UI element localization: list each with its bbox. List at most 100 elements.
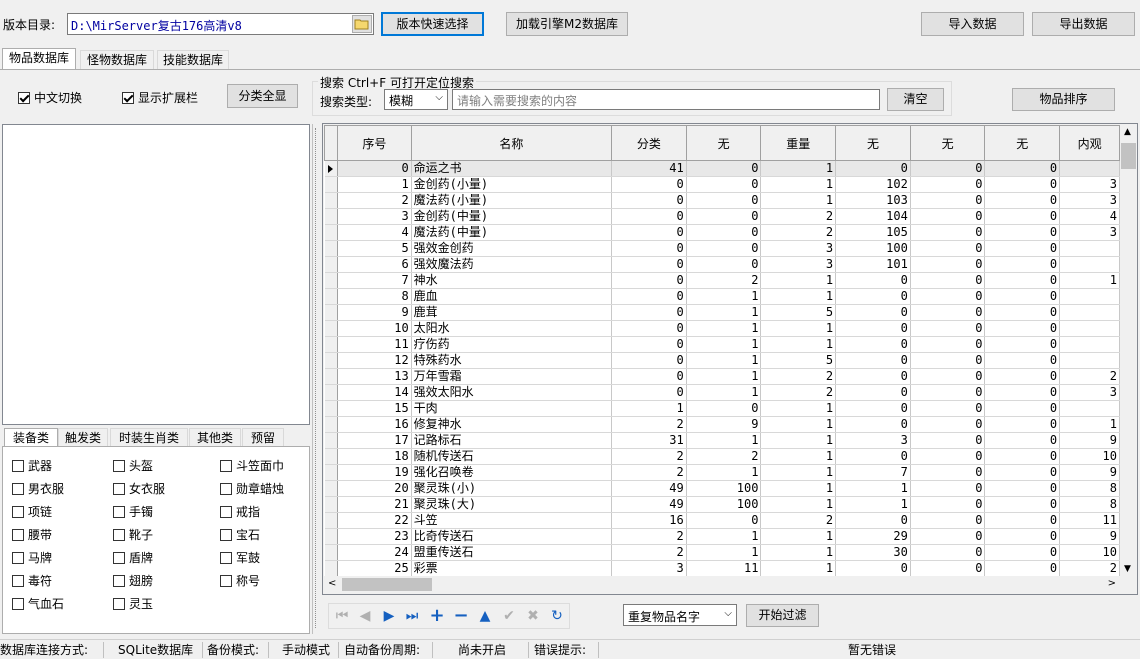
category-checkbox[interactable]: 气血石 <box>12 595 64 612</box>
table-cell[interactable]: 1 <box>835 496 911 513</box>
row-indicator[interactable] <box>324 560 338 576</box>
table-cell[interactable]: 1 <box>760 560 837 576</box>
table-cell[interactable]: 聚灵珠(小) <box>411 480 613 497</box>
table-cell[interactable]: 斗笠 <box>411 512 613 529</box>
table-cell[interactable]: 14 <box>337 384 412 401</box>
vertical-scrollbar[interactable]: ▲ ▼ <box>1120 125 1137 576</box>
table-cell[interactable]: 2 <box>760 224 837 241</box>
row-indicator[interactable] <box>324 416 338 433</box>
table-cell[interactable]: 3 <box>611 560 687 576</box>
table-cell[interactable]: 0 <box>984 512 1061 529</box>
table-cell[interactable]: 0 <box>984 256 1061 273</box>
scroll-down-icon[interactable]: ▼ <box>1124 564 1131 574</box>
category-checkbox[interactable]: 称号 <box>220 572 260 589</box>
table-cell[interactable]: 0 <box>984 288 1061 305</box>
table-cell[interactable]: 17 <box>337 432 412 449</box>
row-indicator[interactable] <box>324 400 338 417</box>
table-cell[interactable]: 103 <box>835 192 911 209</box>
start-filter-button[interactable]: 开始过滤 <box>746 604 819 627</box>
row-indicator[interactable] <box>324 192 338 209</box>
table-cell[interactable]: 0 <box>686 224 762 241</box>
row-indicator[interactable] <box>324 336 338 353</box>
table-cell[interactable]: 6 <box>337 256 412 273</box>
table-cell[interactable]: 0 <box>910 544 986 561</box>
table-cell[interactable]: 1 <box>760 528 837 545</box>
row-indicator[interactable] <box>324 208 338 225</box>
quick-select-button[interactable]: 版本快速选择 <box>381 12 484 36</box>
table-cell[interactable]: 0 <box>910 320 986 337</box>
table-cell[interactable]: 1 <box>1059 416 1120 433</box>
row-indicator[interactable] <box>324 512 338 529</box>
table-cell[interactable]: 7 <box>835 464 911 481</box>
table-cell[interactable]: 1 <box>760 544 837 561</box>
table-cell[interactable]: 3 <box>337 208 412 225</box>
table-cell[interactable]: 0 <box>910 208 986 225</box>
table-cell[interactable]: 0 <box>611 384 687 401</box>
table-cell[interactable]: 0 <box>984 400 1061 417</box>
scroll-right-icon[interactable]: > <box>1108 578 1116 589</box>
table-row[interactable]: 20 聚灵珠(小) 49 100 1 1 0 0 8 <box>324 480 1120 497</box>
cat-tab-fashion[interactable]: 时装生肖类 <box>110 428 188 446</box>
table-cell[interactable]: 9 <box>1059 464 1120 481</box>
table-cell[interactable]: 5 <box>337 240 412 257</box>
table-cell[interactable]: 1 <box>760 336 837 353</box>
table-cell[interactable]: 2 <box>760 512 837 529</box>
table-cell[interactable] <box>1059 400 1120 417</box>
table-cell[interactable]: 0 <box>910 352 986 369</box>
table-cell[interactable]: 0 <box>835 352 911 369</box>
table-cell[interactable]: 0 <box>611 240 687 257</box>
table-cell[interactable]: 0 <box>984 416 1061 433</box>
table-row[interactable]: 13 万年雪霜 0 1 2 0 0 0 2 <box>324 368 1120 385</box>
show-ext-toggle[interactable]: 显示扩展栏 <box>122 89 198 106</box>
table-cell[interactable]: 0 <box>686 512 762 529</box>
table-cell[interactable]: 3 <box>1059 224 1120 241</box>
table-cell[interactable]: 聚灵珠(大) <box>411 496 613 513</box>
table-row[interactable]: 12 特殊药水 0 1 5 0 0 0 <box>324 352 1120 369</box>
table-cell[interactable]: 0 <box>910 512 986 529</box>
table-cell[interactable]: 记路标石 <box>411 432 613 449</box>
category-checkbox[interactable]: 盾牌 <box>113 549 153 566</box>
column-header[interactable]: 内观 <box>1059 125 1120 161</box>
table-cell[interactable]: 0 <box>910 400 986 417</box>
row-indicator[interactable] <box>324 240 338 257</box>
table-cell[interactable]: 0 <box>611 256 687 273</box>
table-cell[interactable]: 10 <box>337 320 412 337</box>
table-row[interactable]: 8 鹿血 0 1 1 0 0 0 <box>324 288 1120 305</box>
show-all-categories-button[interactable]: 分类全显 <box>227 84 298 108</box>
table-cell[interactable]: 0 <box>910 176 986 193</box>
table-row[interactable]: 18 随机传送石 2 2 1 0 0 0 10 <box>324 448 1120 465</box>
table-cell[interactable]: 0 <box>910 384 986 401</box>
table-cell[interactable]: 5 <box>760 352 837 369</box>
table-cell[interactable]: 0 <box>984 304 1061 321</box>
table-cell[interactable]: 1 <box>760 464 837 481</box>
table-cell[interactable]: 鹿茸 <box>411 304 613 321</box>
category-checkbox[interactable]: 宝石 <box>220 526 260 543</box>
delete-record-icon[interactable]: − <box>451 606 471 626</box>
folder-icon[interactable] <box>352 15 372 33</box>
table-cell[interactable]: 0 <box>984 176 1061 193</box>
table-row[interactable]: 19 强化召唤卷 2 1 1 7 0 0 9 <box>324 464 1120 481</box>
table-row[interactable]: 15 干肉 1 0 1 0 0 0 <box>324 400 1120 417</box>
row-indicator[interactable] <box>324 176 338 193</box>
table-cell[interactable]: 1 <box>760 192 837 209</box>
table-cell[interactable]: 0 <box>910 304 986 321</box>
table-cell[interactable]: 彩票 <box>411 560 613 576</box>
table-cell[interactable]: 0 <box>910 560 986 576</box>
table-cell[interactable]: 强化召唤卷 <box>411 464 613 481</box>
load-m2-db-button[interactable]: 加载引擎M2数据库 <box>506 12 628 36</box>
table-cell[interactable]: 0 <box>910 160 986 177</box>
table-cell[interactable] <box>1059 336 1120 353</box>
column-header[interactable]: 名称 <box>410 125 613 161</box>
table-cell[interactable]: 24 <box>337 544 412 561</box>
table-cell[interactable]: 0 <box>984 208 1061 225</box>
table-cell[interactable]: 0 <box>611 368 687 385</box>
table-cell[interactable]: 0 <box>686 256 762 273</box>
table-cell[interactable]: 0 <box>984 368 1061 385</box>
table-cell[interactable]: 1 <box>760 176 837 193</box>
table-cell[interactable]: 19 <box>337 464 412 481</box>
table-cell[interactable]: 41 <box>611 160 687 177</box>
table-cell[interactable]: 0 <box>984 336 1061 353</box>
table-cell[interactable]: 1 <box>686 320 762 337</box>
table-cell[interactable]: 0 <box>984 464 1061 481</box>
first-record-icon[interactable]: ⏮ <box>332 606 352 626</box>
